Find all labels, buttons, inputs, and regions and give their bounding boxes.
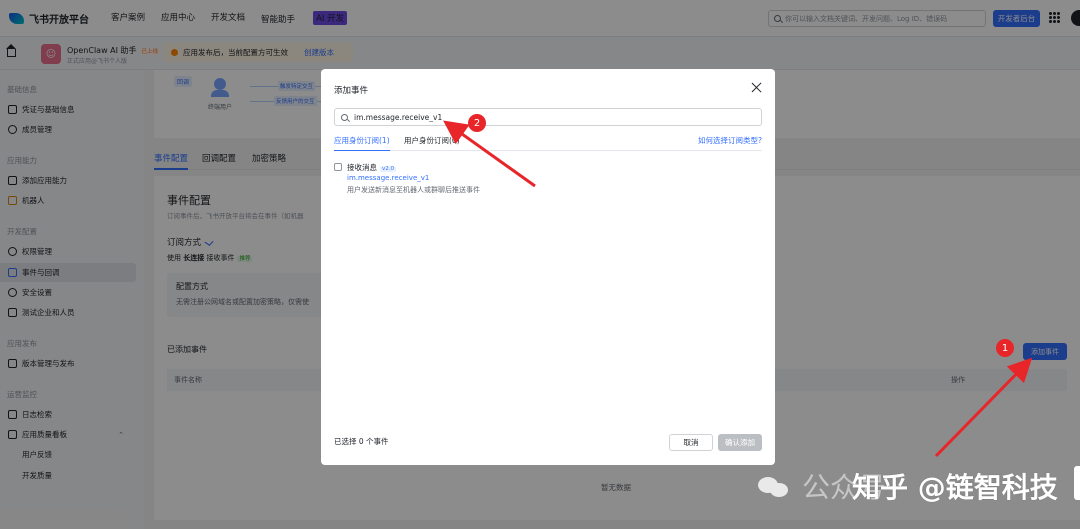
watermark-text: 知乎 @链智科技	[852, 471, 1058, 504]
watermark: 公众号 知乎 @链智科技	[758, 466, 1058, 506]
subscription-type-tabs: 应用身份订阅(1) 用户身份订阅(0) 如何选择订阅类型?	[334, 135, 762, 151]
active-tab-indicator	[334, 149, 390, 151]
tab-user-identity[interactable]: 用户身份订阅(0)	[404, 135, 460, 146]
event-list-item[interactable]: 接收消息 v2.0 im.message.receive_v1 用户发送新消息至机…	[334, 161, 754, 197]
annotation-badge-1: 1	[996, 339, 1014, 357]
confirm-add-button[interactable]: 确认添加	[718, 434, 762, 451]
event-search-field[interactable]	[334, 108, 762, 126]
help-link[interactable]: 如何选择订阅类型?	[698, 135, 762, 146]
version-badge: v2.0	[380, 166, 397, 172]
event-name: 接收消息 v2.0	[347, 162, 397, 173]
dialog-title: 添加事件	[334, 86, 369, 96]
tab-app-identity[interactable]: 应用身份订阅(1)	[334, 135, 390, 146]
event-description: 用户发送新消息至机器人或群聊后推送事件	[347, 186, 480, 194]
annotation-badge-2: 2	[468, 114, 486, 132]
add-event-dialog: 添加事件 应用身份订阅(1) 用户身份订阅(0) 如何选择订阅类型? 接收消息v…	[321, 69, 775, 465]
wechat-logo-icon	[758, 475, 792, 497]
cancel-button[interactable]: 取消	[669, 434, 713, 451]
event-key: im.message.receive_v1	[347, 174, 430, 182]
close-icon[interactable]	[751, 82, 762, 93]
edge-panel	[1074, 466, 1080, 500]
event-checkbox[interactable]	[334, 163, 342, 171]
selected-count: 已选择 0 个事件	[334, 437, 389, 446]
event-name-text: 接收消息	[347, 163, 377, 172]
search-icon	[341, 113, 348, 121]
event-search-input[interactable]	[354, 112, 734, 122]
